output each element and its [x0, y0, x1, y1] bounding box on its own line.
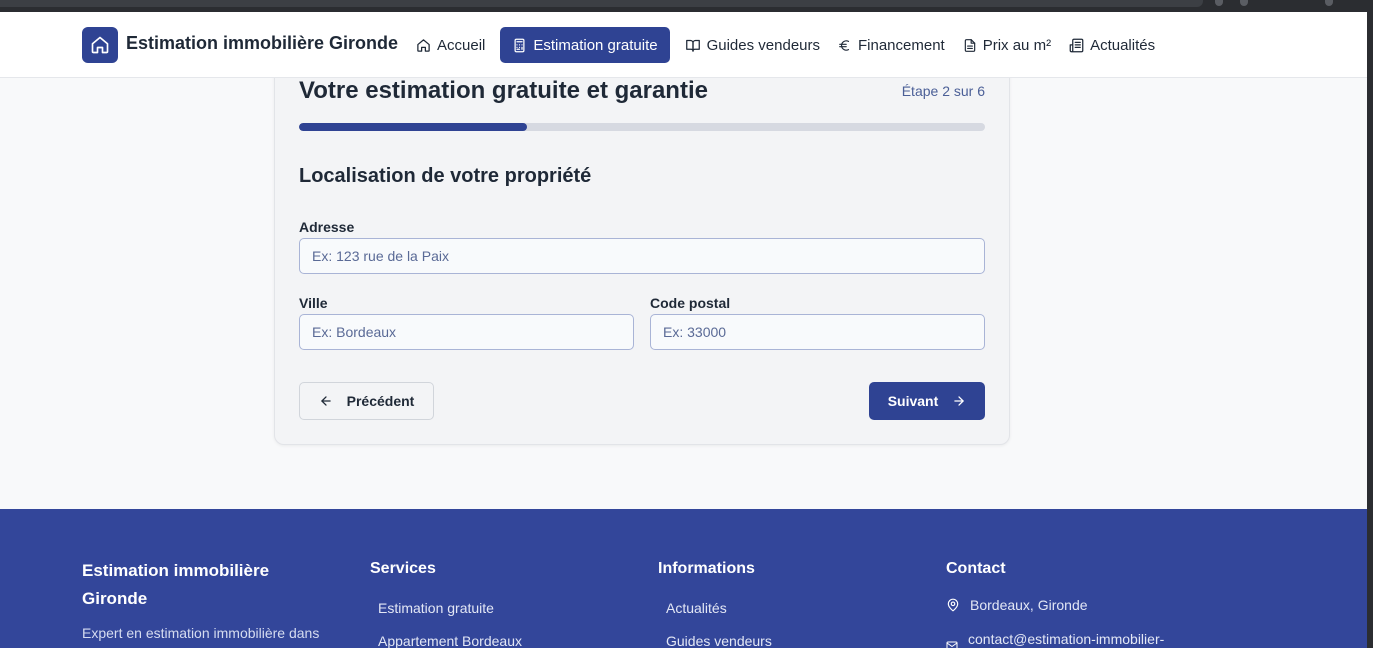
footer-brand: Estimation immobilière Gironde: [82, 561, 270, 608]
nav-label: Estimation gratuite: [533, 36, 658, 54]
site-header: Estimation immobilière Gironde Accueil E…: [0, 12, 1367, 78]
browser-chrome: [0, 0, 1373, 12]
previous-label: Précédent: [346, 393, 415, 409]
nav-guides-vendeurs[interactable]: Guides vendeurs: [676, 27, 829, 63]
progress-fill: [299, 123, 528, 131]
estimation-form-card: Votre estimation gratuite et garantie Ét…: [274, 50, 1010, 445]
city-input[interactable]: [299, 314, 634, 350]
nav-label: Actualités: [1090, 36, 1156, 54]
footer-services-heading: Services: [370, 560, 436, 577]
address-bar[interactable]: [0, 0, 1203, 7]
footer-link-appartement[interactable]: Appartement Bordeaux: [378, 633, 522, 648]
nav-financement[interactable]: Financement: [829, 27, 954, 63]
footer-informations-heading: Informations: [658, 560, 755, 577]
arrow-right-icon: [954, 396, 965, 406]
postal-code-label: Code postal: [650, 295, 731, 311]
nav-prix-au-m2[interactable]: Prix au m²: [954, 27, 1060, 63]
address-label: Adresse: [299, 219, 355, 235]
calculator-icon: [514, 38, 525, 52]
nav-label: Guides vendeurs: [706, 36, 820, 54]
footer-contact: Contact Bordeaux, Gironde contact@estima…: [946, 557, 1164, 648]
step-indicator: Étape 2 sur 6: [901, 83, 985, 99]
section-title: Localisation de votre propriété: [299, 165, 592, 187]
contact-location-text: Bordeaux, Gironde: [970, 597, 1088, 613]
form-title: Votre estimation gratuite et garantie: [299, 77, 708, 104]
main-nav: Accueil Estimation gratuite Guides vende…: [407, 27, 1164, 63]
map-pin-icon: [947, 598, 959, 612]
book-icon: [685, 39, 700, 52]
previous-button[interactable]: Précédent: [299, 382, 434, 420]
footer-contact-heading: Contact: [946, 560, 1006, 577]
city-label: Ville: [299, 295, 328, 311]
mail-icon: [946, 641, 958, 648]
euro-icon: [839, 39, 850, 51]
extension-icon[interactable]: [1215, 0, 1223, 6]
profile-icon[interactable]: [1240, 0, 1248, 6]
nav-label: Prix au m²: [982, 36, 1052, 54]
arrow-left-icon: [320, 396, 331, 406]
home-icon: [417, 38, 430, 52]
nav-label: Financement: [858, 36, 945, 54]
progress-bar: [299, 123, 985, 131]
contact-location: Bordeaux, Gironde: [946, 597, 1164, 613]
next-label: Suivant: [887, 393, 939, 409]
footer-services: Services Estimation gratuite Appartement…: [370, 557, 522, 648]
site-footer: Estimation immobilière Gironde Expert en…: [0, 509, 1367, 648]
nav-accueil[interactable]: Accueil: [407, 27, 494, 63]
footer-link-estimation[interactable]: Estimation gratuite: [378, 600, 522, 616]
site-brand[interactable]: Estimation immobilière Gironde: [126, 33, 398, 54]
nav-label: Accueil: [437, 36, 486, 54]
home-logo-icon[interactable]: [82, 27, 118, 63]
nav-estimation-gratuite[interactable]: Estimation gratuite: [500, 27, 670, 63]
postal-code-input[interactable]: [650, 314, 985, 350]
contact-email-text[interactable]: contact@estimation-immobilier-: [968, 631, 1164, 647]
address-input[interactable]: [299, 238, 985, 274]
footer-link-actualites[interactable]: Actualités: [666, 600, 772, 616]
footer-about: Estimation immobilière Gironde Expert en…: [82, 557, 319, 641]
footer-link-guides[interactable]: Guides vendeurs: [666, 633, 772, 648]
menu-icon[interactable]: [1325, 0, 1333, 6]
next-button[interactable]: Suivant: [869, 382, 985, 420]
footer-description: Expert en estimation immobilière dans: [82, 625, 320, 641]
nav-actualites[interactable]: Actualités: [1060, 27, 1164, 63]
footer-informations: Informations Actualités Guides vendeurs: [658, 557, 772, 648]
contact-email[interactable]: contact@estimation-immobilier-: [946, 625, 1164, 648]
newspaper-icon: [1069, 38, 1084, 52]
document-icon: [964, 38, 975, 52]
scrollbar[interactable]: [1367, 12, 1373, 648]
